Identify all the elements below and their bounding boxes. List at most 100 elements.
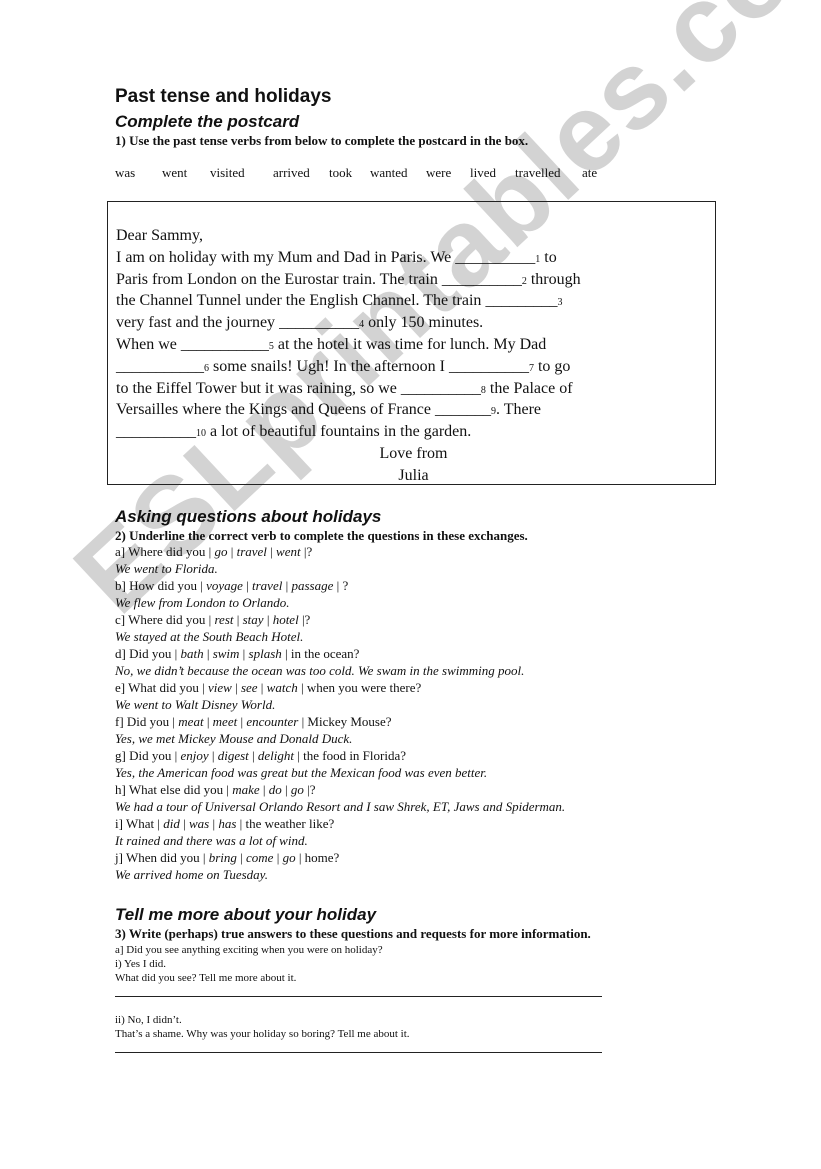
question-label: c] bbox=[115, 612, 126, 627]
question-label: d] bbox=[115, 646, 126, 661]
question-text: What else did you | bbox=[128, 782, 229, 797]
answer-line: Yes, we met Mickey Mouse and Donald Duck… bbox=[115, 731, 353, 746]
question-text-end: | Mickey Mouse? bbox=[301, 714, 392, 729]
verb-option[interactable]: hotel bbox=[273, 612, 299, 627]
verb-option[interactable]: digest bbox=[218, 748, 249, 763]
no-prompt: That’s a shame. Why was your holiday so … bbox=[115, 1028, 410, 1040]
word-bank-item: were bbox=[426, 165, 452, 180]
postcard-line: the Channel Tunnel under the English Cha… bbox=[116, 292, 563, 310]
blank-2[interactable]: __________ bbox=[442, 271, 522, 288]
question-line: i] What | did | was | has | the weather … bbox=[115, 816, 335, 831]
verb-option[interactable]: was bbox=[189, 816, 209, 831]
verb-option[interactable]: meat bbox=[178, 714, 203, 729]
verb-option[interactable]: delight bbox=[258, 748, 294, 763]
postcard-closing: Love from bbox=[379, 444, 448, 462]
section1-instruction: 1) Use the past tense verbs from below t… bbox=[115, 133, 529, 148]
verb-option[interactable]: bring bbox=[209, 850, 237, 865]
blank-5[interactable]: ___________ bbox=[181, 336, 269, 353]
verb-option[interactable]: go bbox=[283, 850, 296, 865]
question-text: Did you | bbox=[129, 646, 178, 661]
postcard-box: Dear Sammy, I am on holiday with my Mum … bbox=[107, 201, 716, 485]
blank-3[interactable]: _________ bbox=[485, 292, 557, 309]
question-text-end: |? bbox=[307, 782, 316, 797]
question-line: e] What did you | view | see | watch | w… bbox=[115, 680, 422, 695]
question-text: When did you | bbox=[125, 850, 206, 865]
verb-option[interactable]: encounter bbox=[246, 714, 298, 729]
answer-line: It rained and there was a lot of wind. bbox=[115, 833, 308, 848]
word-bank-item: took bbox=[329, 165, 353, 180]
word-bank-item: lived bbox=[470, 165, 496, 180]
question-text-end: | ? bbox=[336, 578, 349, 593]
verb-option[interactable]: go bbox=[291, 782, 304, 797]
answer-line: We went to Florida. bbox=[115, 561, 218, 576]
verb-option[interactable]: passage bbox=[291, 578, 333, 593]
question-line: j] When did you | bring | come | go | ho… bbox=[115, 850, 340, 865]
question-line: d] Did you | bath | swim | splash | in t… bbox=[115, 646, 360, 661]
question-label: f] bbox=[115, 714, 124, 729]
section3-question: a] Did you see anything exciting when yo… bbox=[115, 944, 383, 956]
page-title: Past tense and holidays bbox=[115, 86, 332, 107]
postcard-greeting: Dear Sammy, bbox=[116, 227, 203, 244]
verb-option[interactable]: swim bbox=[213, 646, 240, 661]
verb-option[interactable]: make bbox=[232, 782, 259, 797]
verb-option[interactable]: watch bbox=[267, 680, 298, 695]
blank-1[interactable]: __________ bbox=[455, 249, 535, 266]
answer-line: We arrived home on Tuesday. bbox=[115, 867, 268, 882]
blank-6[interactable]: ___________ bbox=[116, 358, 204, 375]
verb-option[interactable]: splash bbox=[249, 646, 282, 661]
postcard-line: to the Eiffel Tower but it was raining, … bbox=[116, 379, 573, 397]
section2-heading: Asking questions about holidays bbox=[115, 507, 382, 526]
answer-line-1[interactable] bbox=[115, 996, 602, 997]
question-text-end: |? bbox=[303, 544, 313, 559]
verb-option[interactable]: has bbox=[218, 816, 236, 831]
postcard-signature: Julia bbox=[398, 466, 429, 484]
blank-10[interactable]: __________ bbox=[116, 423, 196, 440]
question-text: How did you | bbox=[129, 578, 203, 593]
verb-option[interactable]: meet bbox=[213, 714, 238, 729]
question-line: g] Did you | enjoy | digest | delight | … bbox=[115, 748, 406, 763]
question-line: f] Did you | meat | meet | encounter | M… bbox=[115, 714, 392, 729]
verb-option[interactable]: do bbox=[269, 782, 282, 797]
blank-7[interactable]: __________ bbox=[449, 358, 529, 375]
verb-option[interactable]: travel bbox=[252, 578, 282, 593]
question-label: e] bbox=[115, 680, 126, 695]
verb-option[interactable]: come bbox=[246, 850, 273, 865]
section3-content: a] Did you see anything exciting when yo… bbox=[115, 943, 383, 985]
question-label: j] bbox=[115, 850, 123, 865]
word-bank-item: visited bbox=[210, 165, 245, 180]
verb-option[interactable]: did bbox=[163, 816, 180, 831]
question-text-end: | when you were there? bbox=[300, 680, 422, 695]
section3-instruction: 3) Write (perhaps) true answers to these… bbox=[115, 926, 591, 941]
postcard-line: Paris from London on the Eurostar train.… bbox=[116, 270, 581, 288]
question-text: Where did you | bbox=[128, 544, 212, 559]
blank-9[interactable]: _______ bbox=[435, 401, 491, 418]
yes-answer: i) Yes I did. bbox=[115, 958, 167, 970]
verb-option[interactable]: view bbox=[208, 680, 232, 695]
word-bank-item: was bbox=[115, 165, 136, 180]
question-line: b] How did you | voyage | travel | passa… bbox=[115, 578, 349, 593]
verb-option[interactable]: go bbox=[214, 544, 227, 559]
postcard-line: When we ___________5 at the hotel it was… bbox=[116, 335, 547, 353]
word-bank-item: travelled bbox=[515, 165, 561, 180]
verb-option[interactable]: rest bbox=[214, 612, 233, 627]
question-text: Did you | bbox=[129, 748, 178, 763]
blank-4[interactable]: __________ bbox=[279, 314, 359, 331]
blank-8[interactable]: __________ bbox=[401, 380, 481, 397]
verb-option[interactable]: stay bbox=[243, 612, 264, 627]
verb-option[interactable]: enjoy bbox=[180, 748, 208, 763]
verb-option[interactable]: went bbox=[276, 544, 301, 559]
answer-line: We went to Walt Disney World. bbox=[115, 697, 276, 712]
question-label: a] bbox=[115, 544, 126, 559]
verb-option[interactable]: bath bbox=[180, 646, 203, 661]
answer-line-2[interactable] bbox=[115, 1052, 602, 1053]
question-text-end: | in the ocean? bbox=[285, 646, 360, 661]
answer-line: We had a tour of Universal Orlando Resor… bbox=[115, 799, 566, 814]
question-text: What | bbox=[125, 816, 160, 831]
section2-instruction: 2) Underline the correct verb to complet… bbox=[115, 528, 528, 543]
verb-option[interactable]: see bbox=[241, 680, 258, 695]
section1-heading: Complete the postcard bbox=[115, 112, 300, 131]
question-line: a] Where did you | go | travel | went |? bbox=[115, 544, 313, 559]
verb-option[interactable]: voyage bbox=[206, 578, 243, 593]
word-bank-item: wanted bbox=[370, 165, 408, 180]
verb-option[interactable]: travel bbox=[237, 544, 267, 559]
